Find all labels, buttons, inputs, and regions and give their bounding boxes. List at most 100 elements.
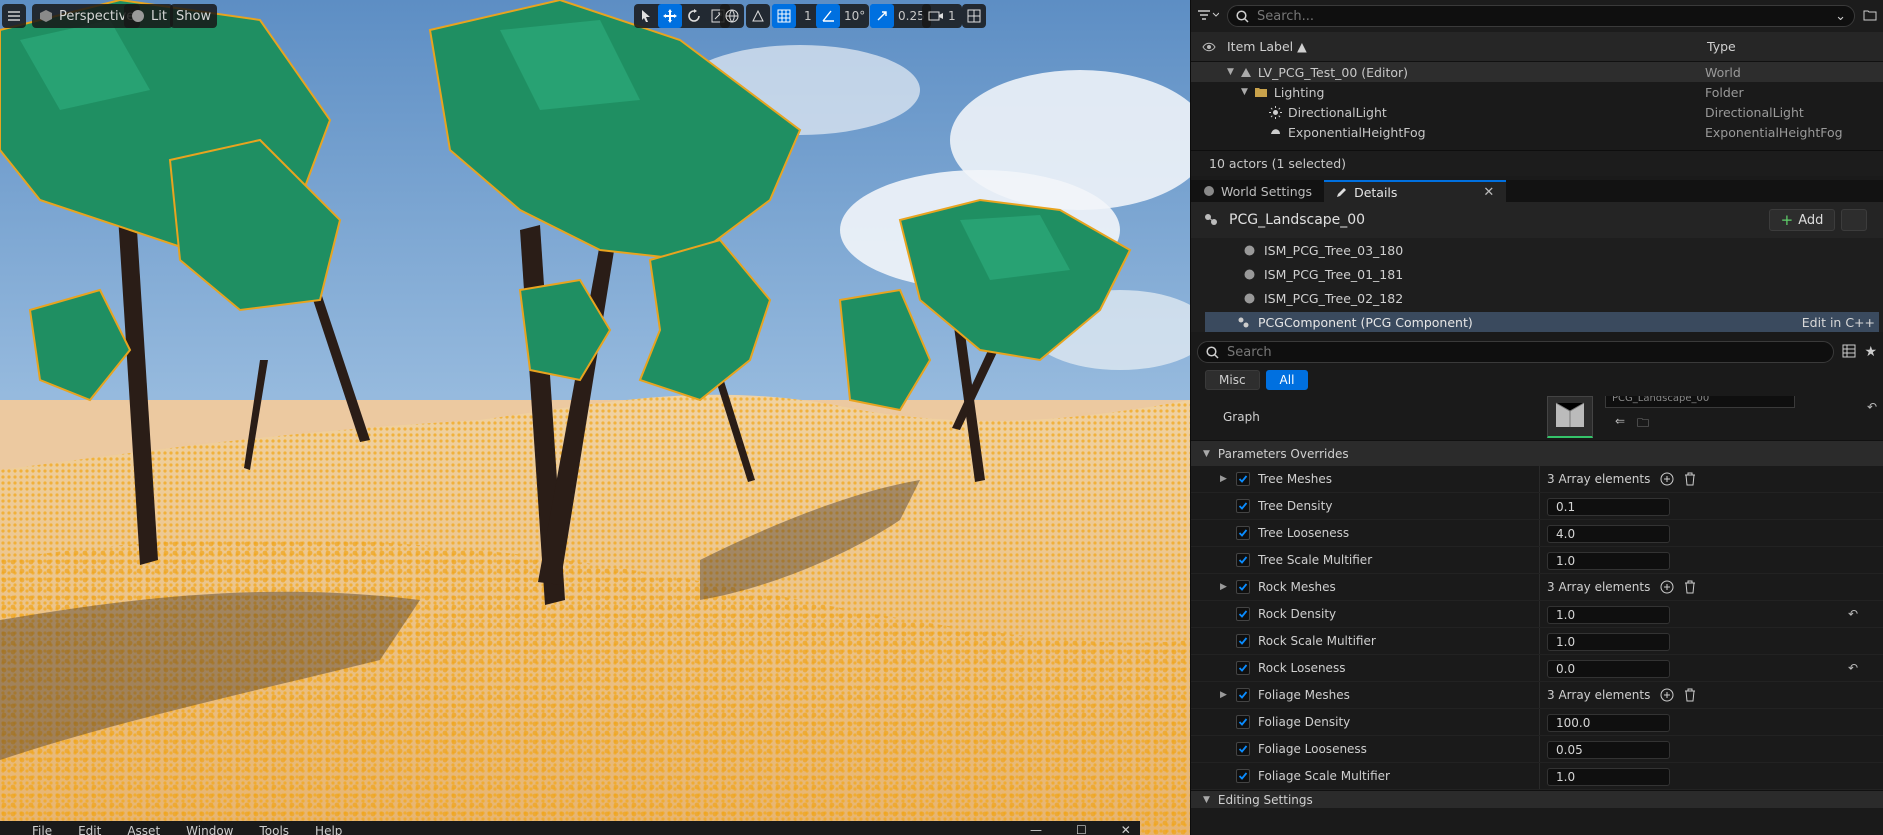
add-element-icon[interactable]: [1660, 580, 1674, 594]
viewport-layout-button[interactable]: [962, 4, 986, 28]
component-row[interactable]: ISM_PCG_Tree_01_181: [1191, 262, 1883, 286]
surface-snap-button[interactable]: [746, 4, 770, 28]
menu-file[interactable]: File: [32, 821, 52, 835]
grid-snap-control[interactable]: 1: [772, 4, 820, 28]
section-parameters-overrides[interactable]: ▼ Parameters Overrides: [1191, 440, 1883, 466]
browse-asset-icon[interactable]: 🗀: [1637, 414, 1649, 435]
col-item-label[interactable]: Item Label ▲: [1227, 39, 1307, 54]
param-value-input[interactable]: 0.0: [1547, 660, 1670, 678]
override-checkbox[interactable]: [1236, 472, 1250, 486]
override-checkbox[interactable]: [1236, 688, 1250, 702]
menu-tools[interactable]: Tools: [259, 821, 289, 835]
blueprint-button[interactable]: [1841, 209, 1867, 231]
menu-window[interactable]: Window: [186, 821, 233, 835]
param-value-input[interactable]: 1.0: [1547, 606, 1670, 624]
chevron-down-icon[interactable]: ⌄: [1835, 9, 1846, 24]
table-view-icon[interactable]: [1842, 344, 1856, 361]
viewport-menu-button[interactable]: [2, 4, 26, 28]
param-value-input[interactable]: 1.0: [1547, 633, 1670, 651]
lit-button[interactable]: Lit: [124, 4, 173, 28]
trash-icon[interactable]: [1684, 472, 1696, 486]
filter-all-button[interactable]: All: [1265, 370, 1309, 390]
tab-world-settings[interactable]: World Settings: [1191, 180, 1324, 202]
close-window-icon[interactable]: ✕: [1121, 821, 1131, 835]
menu-asset[interactable]: Asset: [127, 821, 160, 835]
collapse-arrow-icon[interactable]: ▼: [1203, 449, 1210, 459]
override-checkbox[interactable]: [1236, 553, 1250, 567]
row-label: Lighting: [1273, 84, 1325, 100]
param-value-input[interactable]: 100.0: [1547, 714, 1670, 732]
override-checkbox[interactable]: [1236, 607, 1250, 621]
param-value-input[interactable]: 1.0: [1547, 552, 1670, 570]
mesh-icon: [1244, 269, 1255, 279]
outliner-search-input[interactable]: Search... ⌄: [1227, 5, 1855, 27]
outliner-row-lighting[interactable]: ▼ Lighting Folder: [1191, 82, 1883, 102]
outliner-row-fog[interactable]: ExponentialHeightFog ExponentialHeightFo…: [1191, 122, 1883, 142]
reset-to-default-icon[interactable]: ↶: [1848, 661, 1858, 675]
details-search-input[interactable]: Search: [1197, 341, 1835, 363]
rotate-tool-button[interactable]: [682, 4, 706, 28]
param-value-input[interactable]: 4.0: [1547, 525, 1670, 543]
expand-arrow-icon[interactable]: ▶: [1220, 582, 1227, 592]
viewport-scene[interactable]: [0, 0, 1190, 835]
expand-arrow-icon[interactable]: ▼: [1241, 87, 1248, 97]
param-value-input[interactable]: 1.0: [1547, 768, 1670, 786]
trash-icon[interactable]: [1684, 688, 1696, 702]
rotation-snap-toggle[interactable]: [816, 4, 840, 28]
use-selected-icon[interactable]: ⇐: [1615, 414, 1625, 428]
add-component-button[interactable]: + Add: [1769, 209, 1835, 231]
override-checkbox[interactable]: [1236, 634, 1250, 648]
expand-arrow-icon[interactable]: ▶: [1220, 474, 1227, 484]
expand-arrow-icon[interactable]: ▼: [1227, 67, 1234, 77]
override-checkbox[interactable]: [1236, 769, 1250, 783]
tab-details[interactable]: Details ✕: [1324, 180, 1507, 202]
override-checkbox[interactable]: [1236, 661, 1250, 675]
main-menubar: File Edit Asset Window Tools Help: [0, 821, 1140, 835]
override-checkbox[interactable]: [1236, 715, 1250, 729]
graph-asset-thumbnail[interactable]: [1547, 396, 1593, 438]
section-editing-settings[interactable]: ▼ Editing Settings: [1191, 790, 1883, 808]
grid-snap-toggle[interactable]: [772, 4, 796, 28]
collapse-arrow-icon[interactable]: ▼: [1203, 795, 1210, 805]
outliner-row-world[interactable]: ▼ LV_PCG_Test_00 (Editor) World: [1191, 62, 1883, 82]
tab-label: World Settings: [1221, 183, 1313, 199]
col-type[interactable]: Type: [1707, 39, 1736, 54]
lit-sphere-icon: [130, 8, 146, 24]
expand-arrow-icon[interactable]: ▶: [1220, 690, 1227, 700]
graph-asset-picker[interactable]: PCG_Landscape_00: [1605, 396, 1795, 408]
add-folder-icon[interactable]: [1863, 9, 1877, 24]
favorite-star-icon[interactable]: ★: [1864, 344, 1877, 360]
add-element-icon[interactable]: [1660, 472, 1674, 486]
override-checkbox[interactable]: [1236, 742, 1250, 756]
add-element-icon[interactable]: [1660, 688, 1674, 702]
component-row-selected[interactable]: PCGComponent (PCG Component) Edit in C++: [1205, 312, 1879, 332]
outliner-row-directionallight[interactable]: DirectionalLight DirectionalLight: [1191, 102, 1883, 122]
camera-speed-control[interactable]: 1: [922, 4, 962, 28]
world-local-button[interactable]: [720, 4, 744, 28]
select-tool-button[interactable]: [634, 4, 658, 28]
move-tool-button[interactable]: [658, 4, 682, 28]
minimize-icon[interactable]: —: [1030, 821, 1042, 835]
component-row[interactable]: ISM_PCG_Tree_02_182: [1191, 286, 1883, 310]
edit-in-cpp-link[interactable]: Edit in C++: [1802, 315, 1875, 330]
level-viewport[interactable]: Perspective Lit Show 1 10° 0.25 1 File E…: [0, 0, 1190, 835]
override-checkbox[interactable]: [1236, 526, 1250, 540]
param-value-input[interactable]: 0.1: [1547, 498, 1670, 516]
scale-snap-toggle[interactable]: [870, 4, 894, 28]
menu-help[interactable]: Help: [315, 821, 342, 835]
rotation-snap-control[interactable]: 10°: [816, 4, 870, 28]
menu-edit[interactable]: Edit: [78, 821, 101, 835]
reset-to-default-icon[interactable]: ↶: [1867, 400, 1877, 414]
reset-to-default-icon[interactable]: ↶: [1848, 607, 1858, 621]
override-checkbox[interactable]: [1236, 580, 1250, 594]
filter-icon[interactable]: [1197, 9, 1220, 24]
trash-icon[interactable]: [1684, 580, 1696, 594]
param-value-input[interactable]: 0.05: [1547, 741, 1670, 759]
maximize-icon[interactable]: ☐: [1076, 821, 1087, 835]
close-tab-icon[interactable]: ✕: [1483, 185, 1494, 200]
filter-misc-button[interactable]: Misc: [1205, 370, 1260, 390]
visibility-eye-icon[interactable]: [1191, 42, 1227, 52]
override-checkbox[interactable]: [1236, 499, 1250, 513]
component-row[interactable]: ISM_PCG_Tree_03_180: [1191, 238, 1883, 262]
show-button[interactable]: Show: [170, 4, 218, 28]
